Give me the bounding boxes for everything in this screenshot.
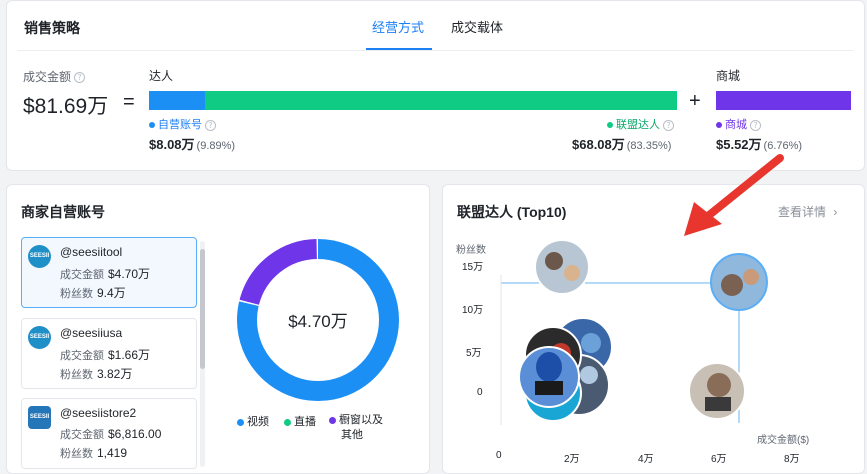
channel-donut-chart: $4.70万	[237, 239, 399, 401]
influencer-avatar[interactable]	[534, 239, 590, 295]
live-dot	[284, 418, 291, 426]
window-other-dot	[329, 416, 336, 424]
help-icon[interactable]: ?	[74, 72, 86, 84]
x-tick: 8万	[784, 454, 800, 465]
window-other-label-line2: 其他	[341, 429, 363, 441]
mall-label: 商城	[716, 69, 741, 83]
x-tick: 4万	[638, 454, 654, 465]
alliance-dot	[607, 122, 613, 129]
self-account-amount: $8.08万	[149, 137, 195, 152]
donut-center-value: $4.70万	[288, 312, 348, 331]
alliance-bubble-chart	[500, 239, 768, 425]
fans-value: 9.4万	[97, 286, 126, 300]
x-tick: 6万	[711, 454, 727, 465]
amount-label: 成交金额	[60, 350, 104, 362]
influencer-avatar[interactable]	[518, 346, 580, 408]
mall-legend-text: 商城	[725, 119, 747, 131]
mall-bar[interactable]	[716, 91, 851, 110]
alliance-legend: 联盟达人?	[607, 116, 674, 132]
account-amount-row: 成交金额 $4.70万	[60, 265, 150, 282]
fans-label: 粉丝数	[60, 369, 93, 381]
alliance-legend-text: 联盟达人	[616, 119, 660, 131]
equals-sign: =	[123, 91, 135, 113]
sales-strategy-card: 销售策略 经营方式 成交载体 成交金额? $81.69万 = 达人 自营账号? …	[6, 0, 865, 171]
alliance-percent: (83.35%)	[626, 140, 672, 152]
chevron-right-icon: ›	[833, 205, 838, 219]
account-logo: SEESII	[28, 326, 51, 349]
total-amount-value: $81.69万	[23, 95, 109, 118]
fans-value: 3.82万	[97, 367, 133, 381]
scrollbar-thumb[interactable]	[200, 249, 205, 369]
plus-sign: +	[689, 90, 701, 112]
account-logo: SEESII	[28, 245, 51, 268]
donut-legend-live[interactable]: 直播	[284, 413, 316, 429]
y-tick: 10万	[462, 305, 484, 316]
annotation-arrow	[684, 154, 784, 236]
help-icon[interactable]: ?	[750, 119, 761, 131]
help-icon[interactable]: ?	[205, 119, 216, 131]
account-card-seesiistore2[interactable]: SEESII @seesiistore2 成交金额 $6,816.00 粉丝数 1,…	[21, 398, 197, 469]
amount-label: 成交金额	[60, 429, 104, 441]
account-name: @seesiistore2	[60, 406, 137, 420]
total-amount-label-text: 成交金额	[23, 70, 72, 84]
alliance-value: $68.08万 (83.35%)	[572, 134, 671, 153]
self-account-percent: (9.89%)	[196, 140, 236, 152]
y-tick: 5万	[466, 348, 482, 359]
fans-label: 粉丝数	[60, 448, 93, 460]
self-account-legend: 自营账号?	[149, 116, 216, 132]
video-dot	[237, 418, 244, 426]
y-tick: 0	[477, 387, 483, 398]
amount-label: 成交金额	[60, 269, 104, 281]
account-name: @seesiitool	[60, 245, 123, 259]
y-axis-title: 粉丝数	[456, 245, 486, 256]
account-fans-row: 粉丝数 3.82万	[60, 365, 132, 382]
amount-value: $4.70万	[108, 267, 151, 281]
self-account-value: $8.08万 (9.89%)	[149, 134, 235, 153]
mall-dot	[716, 122, 722, 129]
card-title: 销售策略	[24, 20, 80, 36]
amount-value: $6,816.00	[108, 427, 162, 441]
fans-value: 1,419	[97, 446, 128, 460]
header-divider	[17, 50, 853, 51]
influencer-avatar[interactable]	[688, 362, 746, 420]
self-account-bar-segment[interactable]	[149, 91, 205, 110]
donut-legend-video[interactable]: 视频	[237, 413, 269, 429]
daren-label: 达人	[149, 69, 174, 83]
account-card-seesiitool[interactable]: SEESII @seesiitool 成交金额 $4.70万 粉丝数 9.4万	[21, 237, 197, 308]
tab-transaction-carrier[interactable]: 成交载体	[451, 17, 503, 36]
video-label: 视频	[247, 416, 269, 428]
account-amount-row: 成交金额 $1.66万	[60, 346, 150, 363]
alliance-amount: $68.08万	[572, 137, 625, 152]
amount-value: $1.66万	[108, 348, 151, 362]
y-tick: 15万	[462, 262, 484, 273]
self-account-legend-text: 自营账号	[158, 119, 202, 131]
self-account-dot	[149, 122, 155, 129]
mall-legend: 商城?	[716, 116, 761, 132]
account-fans-row: 粉丝数 9.4万	[60, 284, 126, 301]
donut-legend-window-other[interactable]: 橱窗以及 其他	[329, 413, 383, 443]
alliance-title: 联盟达人 (Top10)	[457, 204, 567, 220]
alliance-bar-segment[interactable]	[205, 91, 677, 110]
x-tick: 0	[496, 450, 502, 461]
fans-label: 粉丝数	[60, 288, 93, 300]
self-accounts-card: 商家自营账号 SEESII @seesiitool 成交金额 $4.70万 粉丝数…	[6, 184, 430, 474]
window-other-label-line1: 橱窗以及	[339, 414, 383, 426]
self-accounts-title: 商家自营账号	[21, 204, 105, 220]
account-logo: SEESII	[28, 406, 51, 429]
x-tick: 2万	[564, 454, 580, 465]
total-amount-label: 成交金额?	[23, 68, 86, 85]
account-name: @seesiiusa	[60, 326, 123, 340]
alliance-influencers-card: 联盟达人 (Top10) 查看详情 › 粉丝数 15万 10万 5万 0 成交金…	[442, 184, 865, 474]
live-label: 直播	[294, 416, 316, 428]
help-icon[interactable]: ?	[663, 119, 674, 131]
influencer-avatar[interactable]	[710, 253, 768, 311]
tab-business-mode[interactable]: 经营方式	[372, 17, 424, 36]
account-amount-row: 成交金额 $6,816.00	[60, 426, 161, 442]
daren-bar	[149, 91, 677, 110]
account-fans-row: 粉丝数 1,419	[60, 445, 127, 461]
account-card-seesiiusa[interactable]: SEESII @seesiiusa 成交金额 $1.66万 粉丝数 3.82万	[21, 318, 197, 389]
account-list-scrollbar[interactable]	[200, 241, 205, 467]
